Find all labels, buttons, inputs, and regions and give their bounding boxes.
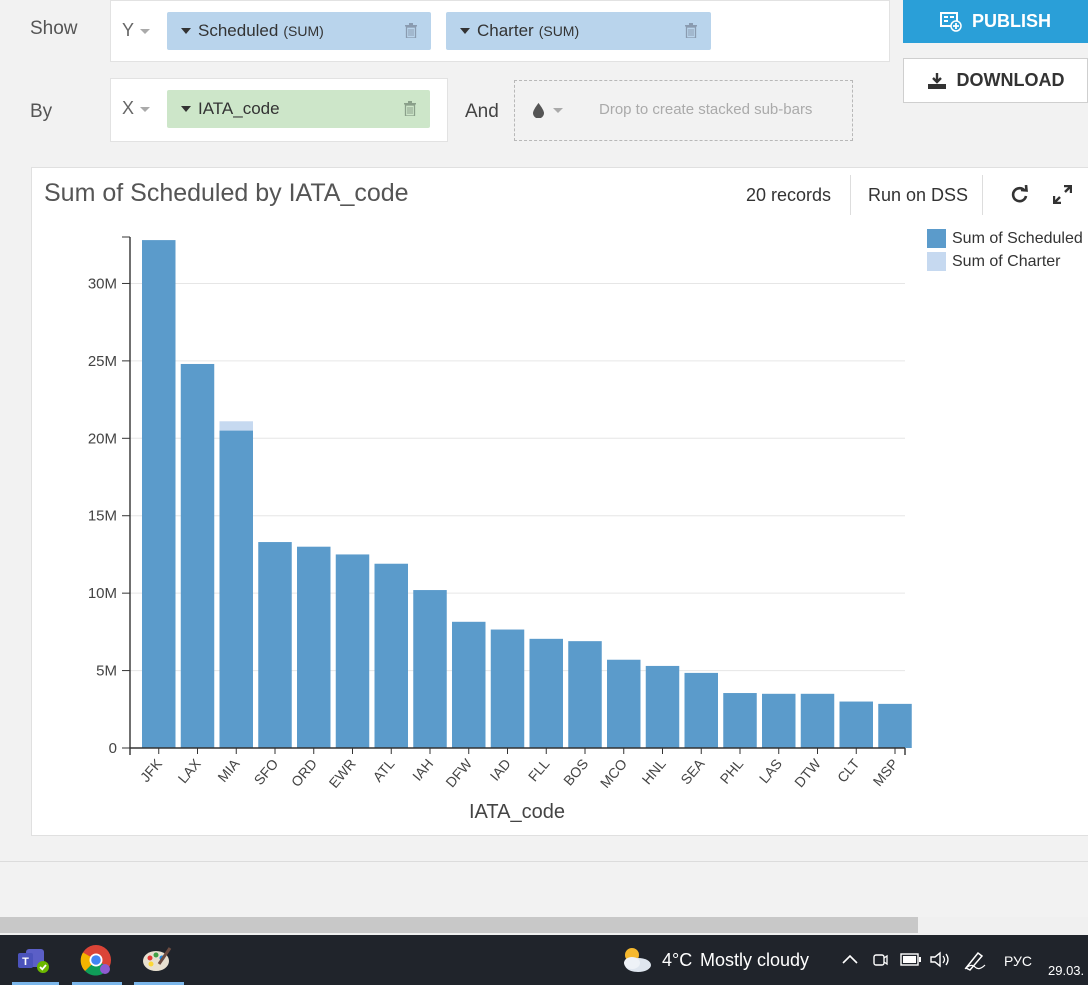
y-tick-label: 0 xyxy=(109,740,117,757)
x-tick-label: MIA xyxy=(214,755,243,785)
x-tick-label: DFW xyxy=(442,755,475,790)
bar-mco-scheduled[interactable] xyxy=(607,659,641,748)
pen-icon[interactable] xyxy=(963,949,987,971)
meet-now-icon[interactable] xyxy=(872,951,888,969)
bar-bos-scheduled[interactable] xyxy=(568,641,602,748)
x-tick-label: LAS xyxy=(756,756,785,787)
bar-clt-scheduled[interactable] xyxy=(839,701,874,748)
paint-icon[interactable] xyxy=(142,946,172,974)
bar-hnl-scheduled[interactable] xyxy=(645,665,680,748)
divider xyxy=(0,861,1088,862)
x-axis-label: IATA_code xyxy=(469,801,565,823)
bar-msp-scheduled[interactable] xyxy=(878,703,912,748)
chevron-up-icon[interactable] xyxy=(842,953,858,965)
bar-iad-scheduled[interactable] xyxy=(490,629,525,748)
weather-text: Mostly cloudy xyxy=(700,950,810,970)
bar-jfk-scheduled[interactable] xyxy=(142,240,176,748)
x-tick-label: LAX xyxy=(175,755,205,786)
battery-icon[interactable] xyxy=(900,953,922,966)
x-tick-label: BOS xyxy=(560,756,591,789)
bar-ord-scheduled[interactable] xyxy=(297,546,331,748)
y-tick-label: 5M xyxy=(96,663,117,680)
y-tick-label: 20M xyxy=(88,430,117,447)
input-language[interactable]: РУС xyxy=(1004,953,1032,969)
bar-dtw-scheduled[interactable] xyxy=(800,693,835,748)
x-tick-label: DTW xyxy=(791,755,824,790)
bar-sea-scheduled[interactable] xyxy=(684,672,719,748)
x-tick-label: CLT xyxy=(834,755,863,785)
y-tick-label: 15M xyxy=(88,508,117,525)
x-tick-label: MCO xyxy=(597,756,630,791)
bar-lax-scheduled[interactable] xyxy=(180,363,215,748)
scrollbar-thumb[interactable] xyxy=(0,917,918,933)
bar-mia-charter[interactable] xyxy=(219,421,254,431)
x-tick-label: FLL xyxy=(525,755,553,784)
bar-ewr-scheduled[interactable] xyxy=(335,554,370,748)
x-tick-label: IAD xyxy=(487,756,514,784)
bar-phl-scheduled[interactable] xyxy=(723,693,757,748)
weather-temp: 4°C xyxy=(662,950,693,970)
bar-mia-scheduled[interactable] xyxy=(219,430,254,748)
x-tick-label: SFO xyxy=(251,756,282,788)
clock-date[interactable]: 29.03. xyxy=(1048,963,1084,978)
bar-fll-scheduled[interactable] xyxy=(529,638,564,748)
teams-icon[interactable]: T xyxy=(18,946,50,974)
bar-dfw-scheduled[interactable] xyxy=(452,621,486,748)
x-tick-label: ORD xyxy=(288,756,320,790)
bar-iah-scheduled[interactable] xyxy=(413,590,447,748)
x-tick-label: PHL xyxy=(717,755,747,786)
x-tick-label: EWR xyxy=(326,756,359,791)
bar-las-scheduled[interactable] xyxy=(762,693,796,748)
bar-atl-scheduled[interactable] xyxy=(374,563,409,748)
bar-chart: 0 5M 10M 15M 20M 25M 30M JFK LAX MIA SFO ORD EWR ATL I… xyxy=(88,236,912,823)
x-tick-label: HNL xyxy=(639,755,669,787)
x-tick-label: ATL xyxy=(369,755,397,784)
y-tick-label: 30M xyxy=(88,275,117,292)
volume-icon[interactable] xyxy=(929,951,951,968)
x-tick-label: JFK xyxy=(137,755,166,785)
svg-text:T: T xyxy=(22,956,29,968)
x-tick-label: MSP xyxy=(870,756,902,790)
x-tick-label: SEA xyxy=(677,755,708,787)
chrome-icon[interactable] xyxy=(80,944,112,976)
weather-cloudy-icon[interactable] xyxy=(618,944,654,974)
bar-sfo-scheduled[interactable] xyxy=(258,542,292,748)
y-tick-label: 10M xyxy=(88,585,117,602)
x-tick-label: IAH xyxy=(409,756,436,784)
y-tick-label: 25M xyxy=(88,353,117,370)
